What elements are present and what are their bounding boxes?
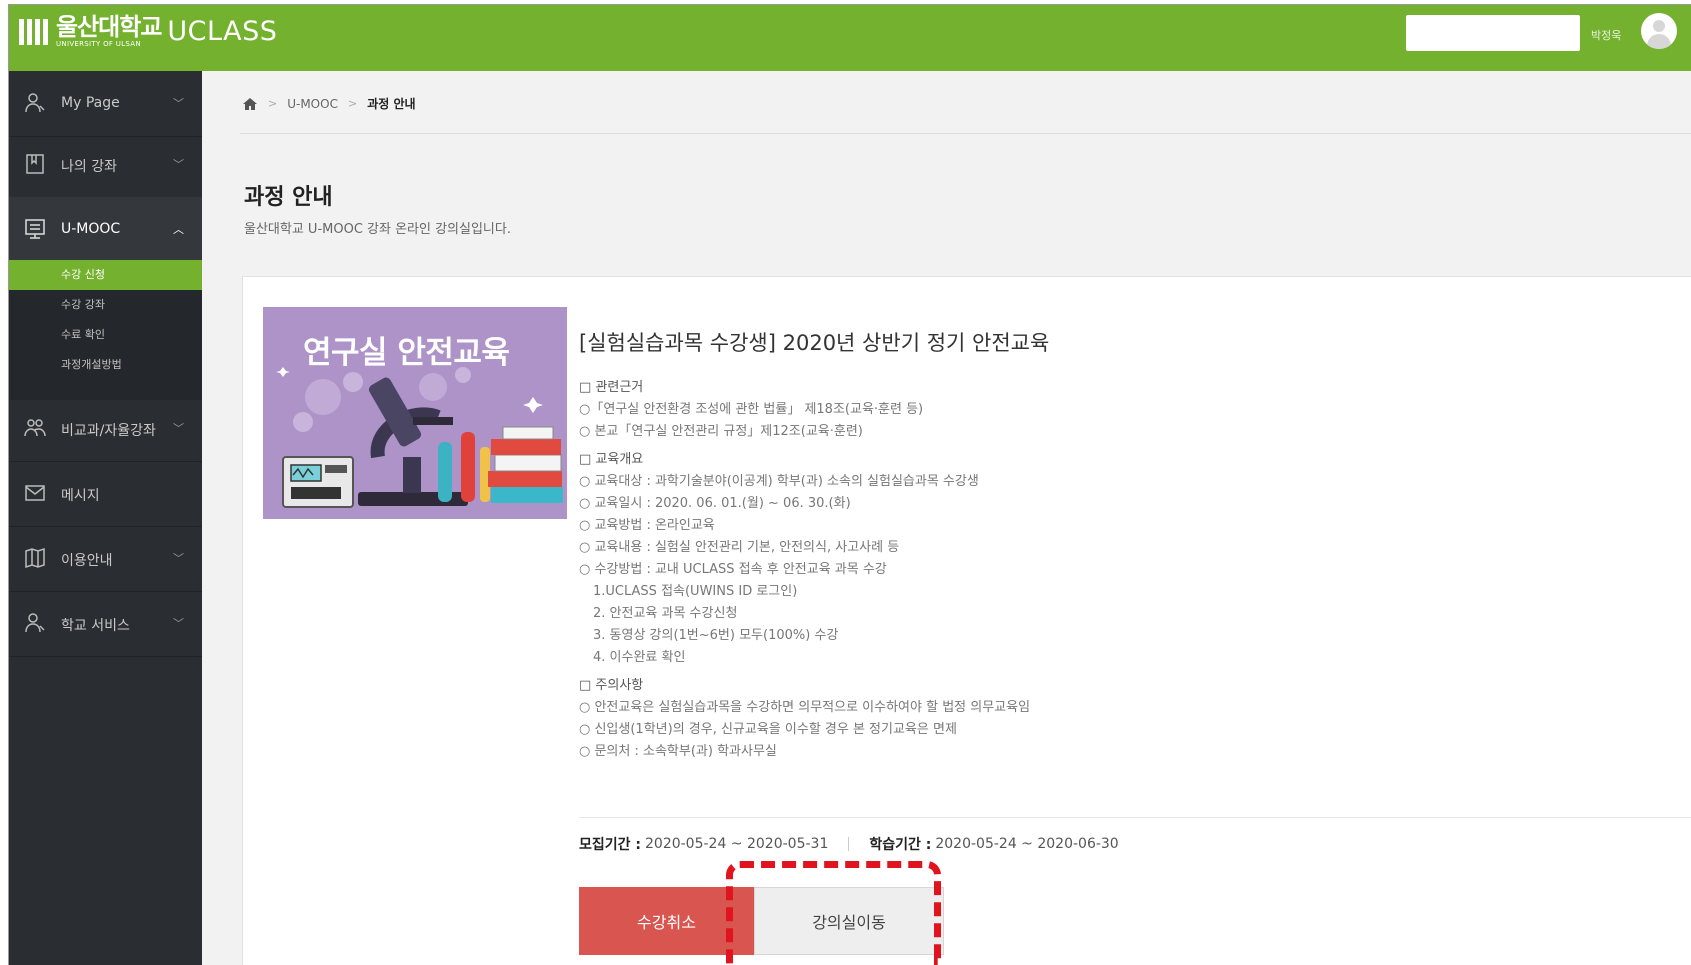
chevron-down-icon: ﹀ [173, 158, 184, 171]
description-line: ○ 수강방법 : 교내 UCLASS 접속 후 안전교육 과목 수강 [579, 562, 887, 577]
section-heading: □ 관련근거 [579, 380, 644, 395]
user-name[interactable]: 박정욱 [1591, 27, 1621, 43]
submenu-item-enroll[interactable]: 수강 신청 [9, 260, 202, 290]
chevron-down-icon: ﹀ [173, 552, 184, 565]
app-window: 울산대학교 UNIVERSITY OF ULSAN UCLASS 박정욱 My … [8, 4, 1691, 965]
sidebar-item-extracurricular[interactable]: 비교과/자율강좌 ﹀ [9, 396, 202, 462]
study-period-label: 학습기간 : [869, 837, 932, 853]
course-title: [실험실습과목 수강생] 2020년 상반기 정기 안전교육 [579, 331, 1050, 355]
sidebar-item-label: 이용안내 [61, 553, 113, 569]
avatar[interactable] [1641, 13, 1677, 49]
section-heading: □ 주의사항 [579, 678, 644, 693]
sidebar: My Page ﹀ 나의 강좌 ﹀ U-MOOC ︿ 수강 신청 수강 강좌 수… [9, 71, 202, 965]
logo-product-text: UCLASS [167, 16, 278, 47]
search-input[interactable] [1406, 15, 1580, 51]
description-line: ○ 교육일시 : 2020. 06. 01.(월) ~ 06. 30.(화) [579, 496, 851, 511]
description-line: ○「연구실 안전환경 조성에 관한 법률」 제18조(교육·훈련 등) [579, 402, 924, 417]
user-icon [25, 93, 45, 113]
logo-korean-text: 울산대학교 [56, 13, 162, 41]
description-step: 2. 안전교육 과목 수강신청 [593, 606, 738, 621]
breadcrumb-item-umooc[interactable]: U-MOOC [287, 97, 338, 111]
home-icon[interactable] [242, 97, 258, 111]
course-thumbnail: 연구실 안전교육 [263, 307, 567, 519]
page-subtitle: 울산대학교 U-MOOC 강좌 온라인 강의실입니다. [244, 222, 511, 237]
sidebar-item-umooc[interactable]: U-MOOC ︿ [9, 197, 202, 263]
university-logo[interactable]: 울산대학교 UNIVERSITY OF ULSAN UCLASS [19, 15, 277, 48]
sidebar-item-messages[interactable]: 메시지 [9, 461, 202, 527]
description-line: ○ 신입생(1학년)의 경우, 신규교육을 이수할 경우 본 정기교육은 면제 [579, 722, 957, 737]
description-line: ○ 교육방법 : 온라인교육 [579, 518, 715, 533]
breadcrumb: > U-MOOC > 과정 안내 [242, 95, 416, 112]
sidebar-item-my-courses[interactable]: 나의 강좌 ﹀ [9, 132, 202, 198]
umooc-submenu: 수강 신청 수강 강좌 수료 확인 과정개설방법 [9, 260, 202, 400]
section-heading: □ 교육개요 [579, 452, 644, 467]
course-card: 연구실 안전교육 [실험실습과목 수강생] 2020년 상반기 정기 안전교육 … [242, 276, 1691, 965]
description-step: 4. 이수완료 확인 [593, 650, 686, 665]
description-line: ○ 문의처 : 소속학부(과) 학과사무실 [579, 744, 777, 759]
sidebar-item-label: 나의 강좌 [61, 159, 117, 175]
description-line: ○ 본교「연구실 안전관리 규정」제12조(교육·훈련) [579, 424, 863, 439]
main-content: > U-MOOC > 과정 안내 과정 안내 울산대학교 U-MOOC 강좌 온… [202, 71, 1691, 965]
chevron-down-icon: ﹀ [173, 422, 184, 435]
description-step: 3. 동영상 강의(1번~6번) 모두(100%) 수강 [593, 628, 839, 643]
sidebar-item-label: U-MOOC [61, 221, 121, 237]
submenu-item-completion[interactable]: 수료 확인 [9, 320, 202, 350]
sidebar-item-label: 학교 서비스 [61, 618, 130, 634]
submenu-item-courses[interactable]: 수강 강좌 [9, 290, 202, 320]
breadcrumb-separator-icon: > [268, 97, 278, 110]
chevron-down-icon: ﹀ [173, 97, 184, 110]
go-to-classroom-button[interactable]: 강의실이동 [754, 887, 944, 955]
sidebar-item-label: My Page [61, 95, 120, 111]
chevron-up-icon: ︿ [173, 223, 184, 236]
description-step: 1.UCLASS 접속(UWINS ID 로그인) [593, 584, 798, 599]
study-period-value: 2020-05-24 ~ 2020-06-30 [935, 836, 1119, 852]
description-line: ○ 교육대상 : 과학기술분야(이공계) 학부(과) 소속의 실험실습과목 수강… [579, 474, 979, 489]
map-icon [25, 547, 45, 569]
mail-icon [25, 485, 45, 501]
description-line: ○ 교육내용 : 실험실 안전관리 기본, 안전의식, 사고사례 등 [579, 540, 900, 555]
cancel-enrollment-button[interactable]: 수강취소 [579, 887, 754, 955]
logo-english-text: UNIVERSITY OF ULSAN [56, 40, 141, 48]
group-icon [24, 419, 46, 437]
user-icon [25, 613, 45, 633]
chevron-down-icon: ﹀ [173, 617, 184, 630]
description-line: ○ 안전교육은 실험실습과목을 수강하면 의무적으로 이수하여야 할 법정 의무… [579, 700, 1031, 715]
divider [240, 133, 1691, 134]
page-title: 과정 안내 [244, 185, 333, 210]
course-periods: 모집기간 : 2020-05-24 ~ 2020-05-31 학습기간 : 20… [579, 834, 1119, 854]
sidebar-item-school-service[interactable]: 학교 서비스 ﹀ [9, 591, 202, 657]
sidebar-item-label: 메시지 [61, 488, 100, 504]
sidebar-item-guide[interactable]: 이용안내 ﹀ [9, 526, 202, 592]
submenu-item-open-course[interactable]: 과정개설방법 [9, 350, 202, 380]
divider [579, 817, 1691, 818]
recruit-period-label: 모집기간 : [579, 837, 641, 853]
monitor-icon [25, 219, 45, 239]
recruit-period-value: 2020-05-24 ~ 2020-05-31 [645, 836, 829, 852]
sidebar-item-mypage[interactable]: My Page ﹀ [9, 71, 202, 137]
sidebar-item-label: 비교과/자율강좌 [61, 423, 156, 439]
book-icon [26, 154, 44, 174]
course-description: □ 관련근거 ○「연구실 안전환경 조성에 관한 법률」 제18조(교육·훈련 … [579, 377, 1279, 763]
logo-mark-icon [19, 18, 48, 45]
top-bar: 울산대학교 UNIVERSITY OF ULSAN UCLASS 박정욱 [9, 5, 1691, 71]
breadcrumb-item-current: 과정 안내 [367, 97, 416, 111]
thumbnail-title: 연구실 안전교육 [303, 335, 510, 371]
breadcrumb-separator-icon: > [347, 97, 358, 110]
